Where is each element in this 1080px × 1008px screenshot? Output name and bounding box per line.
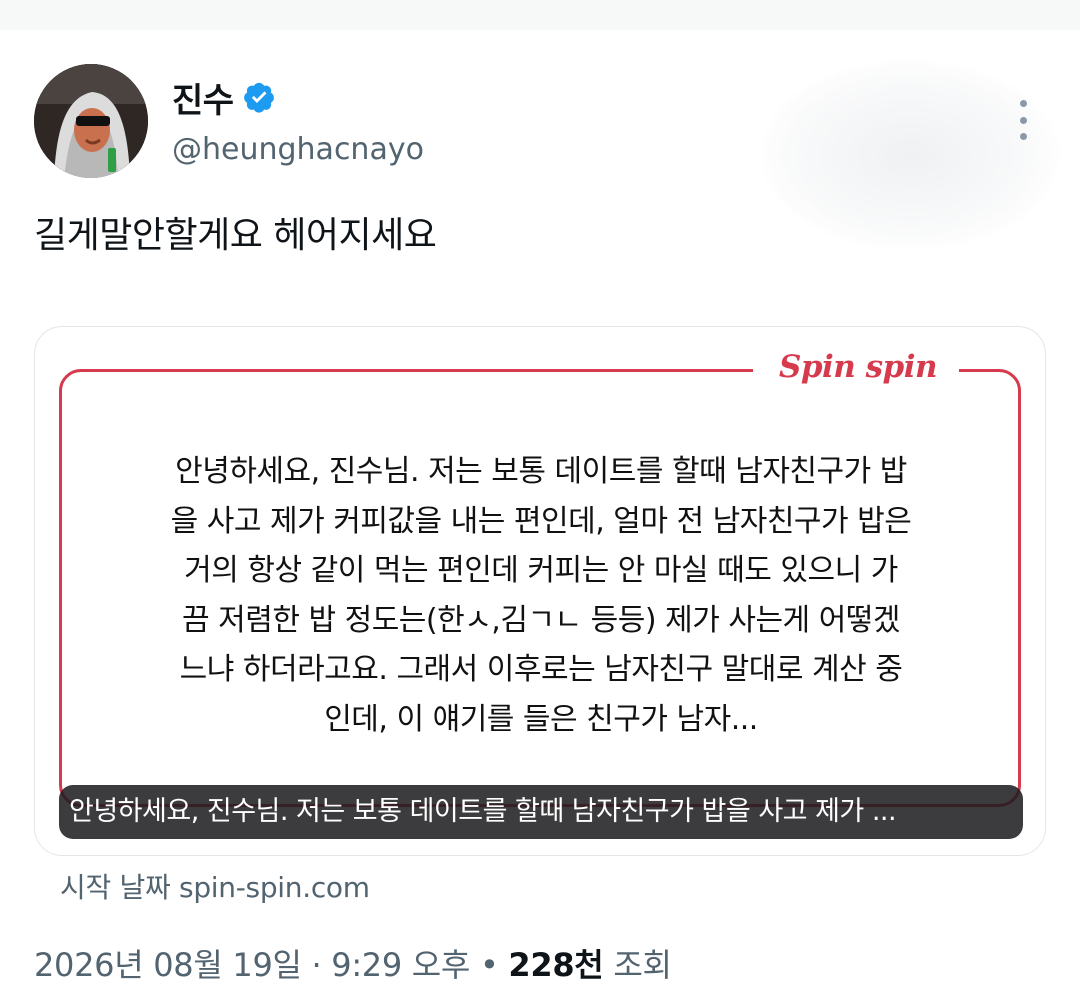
view-label: 조회 [603, 946, 672, 984]
card-body-line: 끔 저렴한 밥 정도는(한ㅅ,김ㄱㄴ 등등) 제가 사는게 어떻겠 [182, 602, 901, 638]
tweet-detail-page: 진수 @heunghacnayo 길게말안할게요 헤어지세요 Spin spin… [0, 0, 1080, 1008]
separator: · [301, 946, 332, 984]
tweet-date[interactable]: 2026년 08월 19일 [34, 946, 302, 984]
avatar[interactable] [34, 64, 148, 178]
separator: • [470, 946, 509, 984]
brand-logo: Spin spin [778, 349, 938, 385]
tweet-metadata: 2026년 08월 19일 · 9:29 오후 • 228천 조회 [34, 940, 672, 986]
more-vertical-icon[interactable] [1010, 100, 1036, 140]
card-body-line: 안녕하세요, 진수님. 저는 보통 데이트를 할때 남자친구가 밥 [175, 454, 907, 489]
author-name-row[interactable]: 진수 [172, 73, 276, 122]
card-body-line: 거의 항상 같이 먹는 편인데 커피는 안 마실 때도 있으니 가 [184, 553, 898, 588]
top-divider [0, 0, 1080, 30]
avatar-image [34, 64, 148, 178]
card-body-line: 인데, 이 얘기를 들은 친구가 남자... [324, 701, 758, 737]
link-preview-card[interactable]: Spin spin 안녕하세요, 진수님. 저는 보통 데이트를 할때 남자친구… [34, 326, 1046, 856]
author-display-name[interactable]: 진수 [172, 73, 234, 122]
card-body-line: 을 사고 제가 커피값을 내는 편인데, 얼마 전 남자친구가 밥은 [170, 503, 912, 539]
tweet-time[interactable]: 9:29 오후 [331, 946, 470, 984]
card-body-text: 안녕하세요, 진수님. 저는 보통 데이트를 할때 남자친구가 밥 을 사고 제… [105, 447, 977, 744]
card-body-line: 느냐 하더라고요. 그래서 이후로는 남자친구 말대로 계산 중 [179, 652, 903, 687]
blurred-region [760, 60, 1060, 250]
card-caption: 안녕하세요, 진수님. 저는 보통 데이트를 할때 남자친구가 밥을 사고 제가… [59, 785, 1023, 839]
view-count: 228천 [508, 946, 604, 984]
verified-badge-icon [242, 80, 276, 114]
author-handle[interactable]: @heunghacnayo [172, 132, 424, 167]
tweet-text: 길게말안할게요 헤어지세요 [34, 215, 437, 256]
source-link[interactable]: 시작 날짜 spin-spin.com [60, 866, 370, 906]
